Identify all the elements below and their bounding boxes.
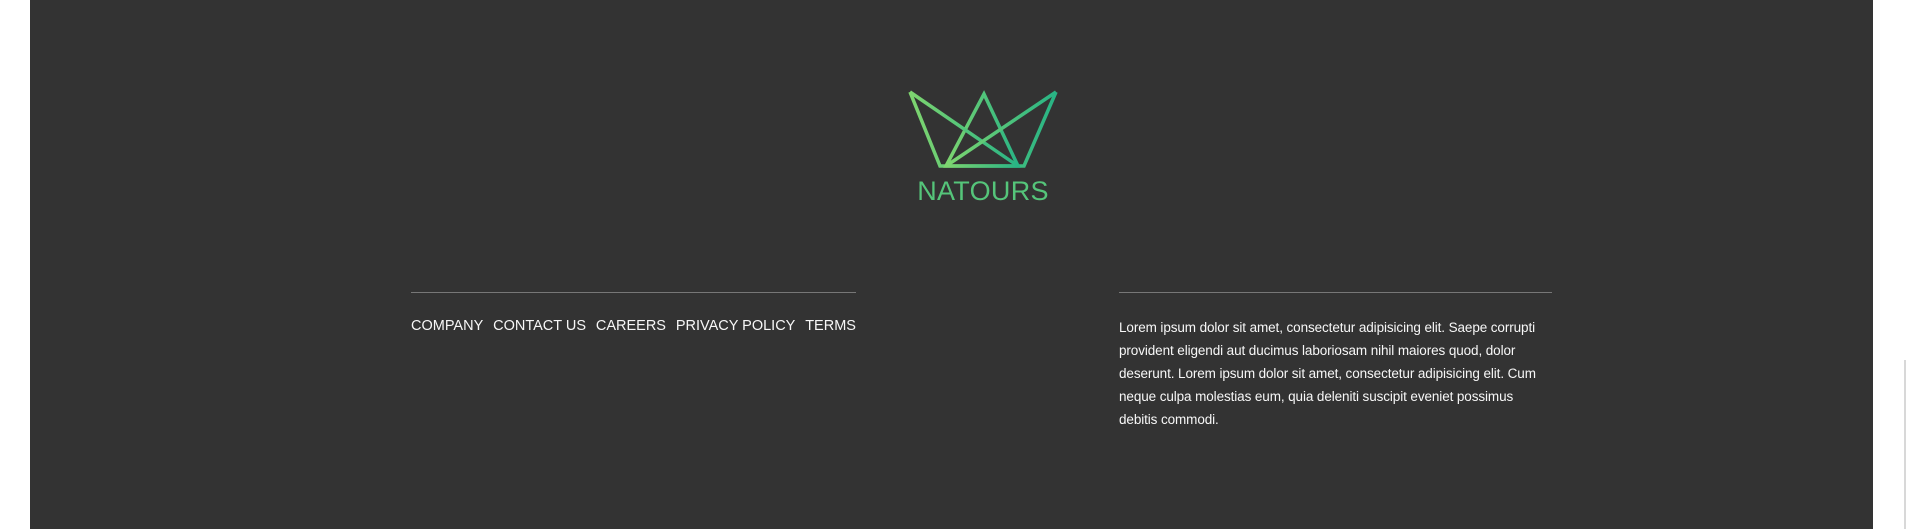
- about-paragraph: Lorem ipsum dolor sit amet, consectetur …: [1119, 320, 1536, 427]
- crown-logo-icon: [908, 90, 1058, 168]
- nav-link-privacy-policy[interactable]: PRIVACY POLICY: [676, 316, 796, 336]
- footer-about: Lorem ipsum dolor sit amet, consectetur …: [1119, 292, 1552, 431]
- scrollbar-track[interactable]: [1873, 0, 1907, 529]
- nav-link-contact-us[interactable]: CONTACT US: [493, 316, 586, 336]
- page: NATOURS COMPANY CONTACT US CAREERS PRIVA…: [0, 0, 1907, 529]
- brand-name: NATOURS: [917, 176, 1049, 206]
- nav-link-careers[interactable]: CAREERS: [596, 316, 666, 336]
- nav-link-terms[interactable]: TERMS: [805, 316, 856, 336]
- site-footer: NATOURS COMPANY CONTACT US CAREERS PRIVA…: [30, 0, 1873, 529]
- footer-logo[interactable]: NATOURS: [876, 84, 1090, 216]
- scrollbar-thumb[interactable]: [1904, 360, 1906, 529]
- footer-navigation: COMPANY CONTACT US CAREERS PRIVACY POLIC…: [411, 292, 856, 336]
- nav-link-company[interactable]: COMPANY: [411, 316, 483, 336]
